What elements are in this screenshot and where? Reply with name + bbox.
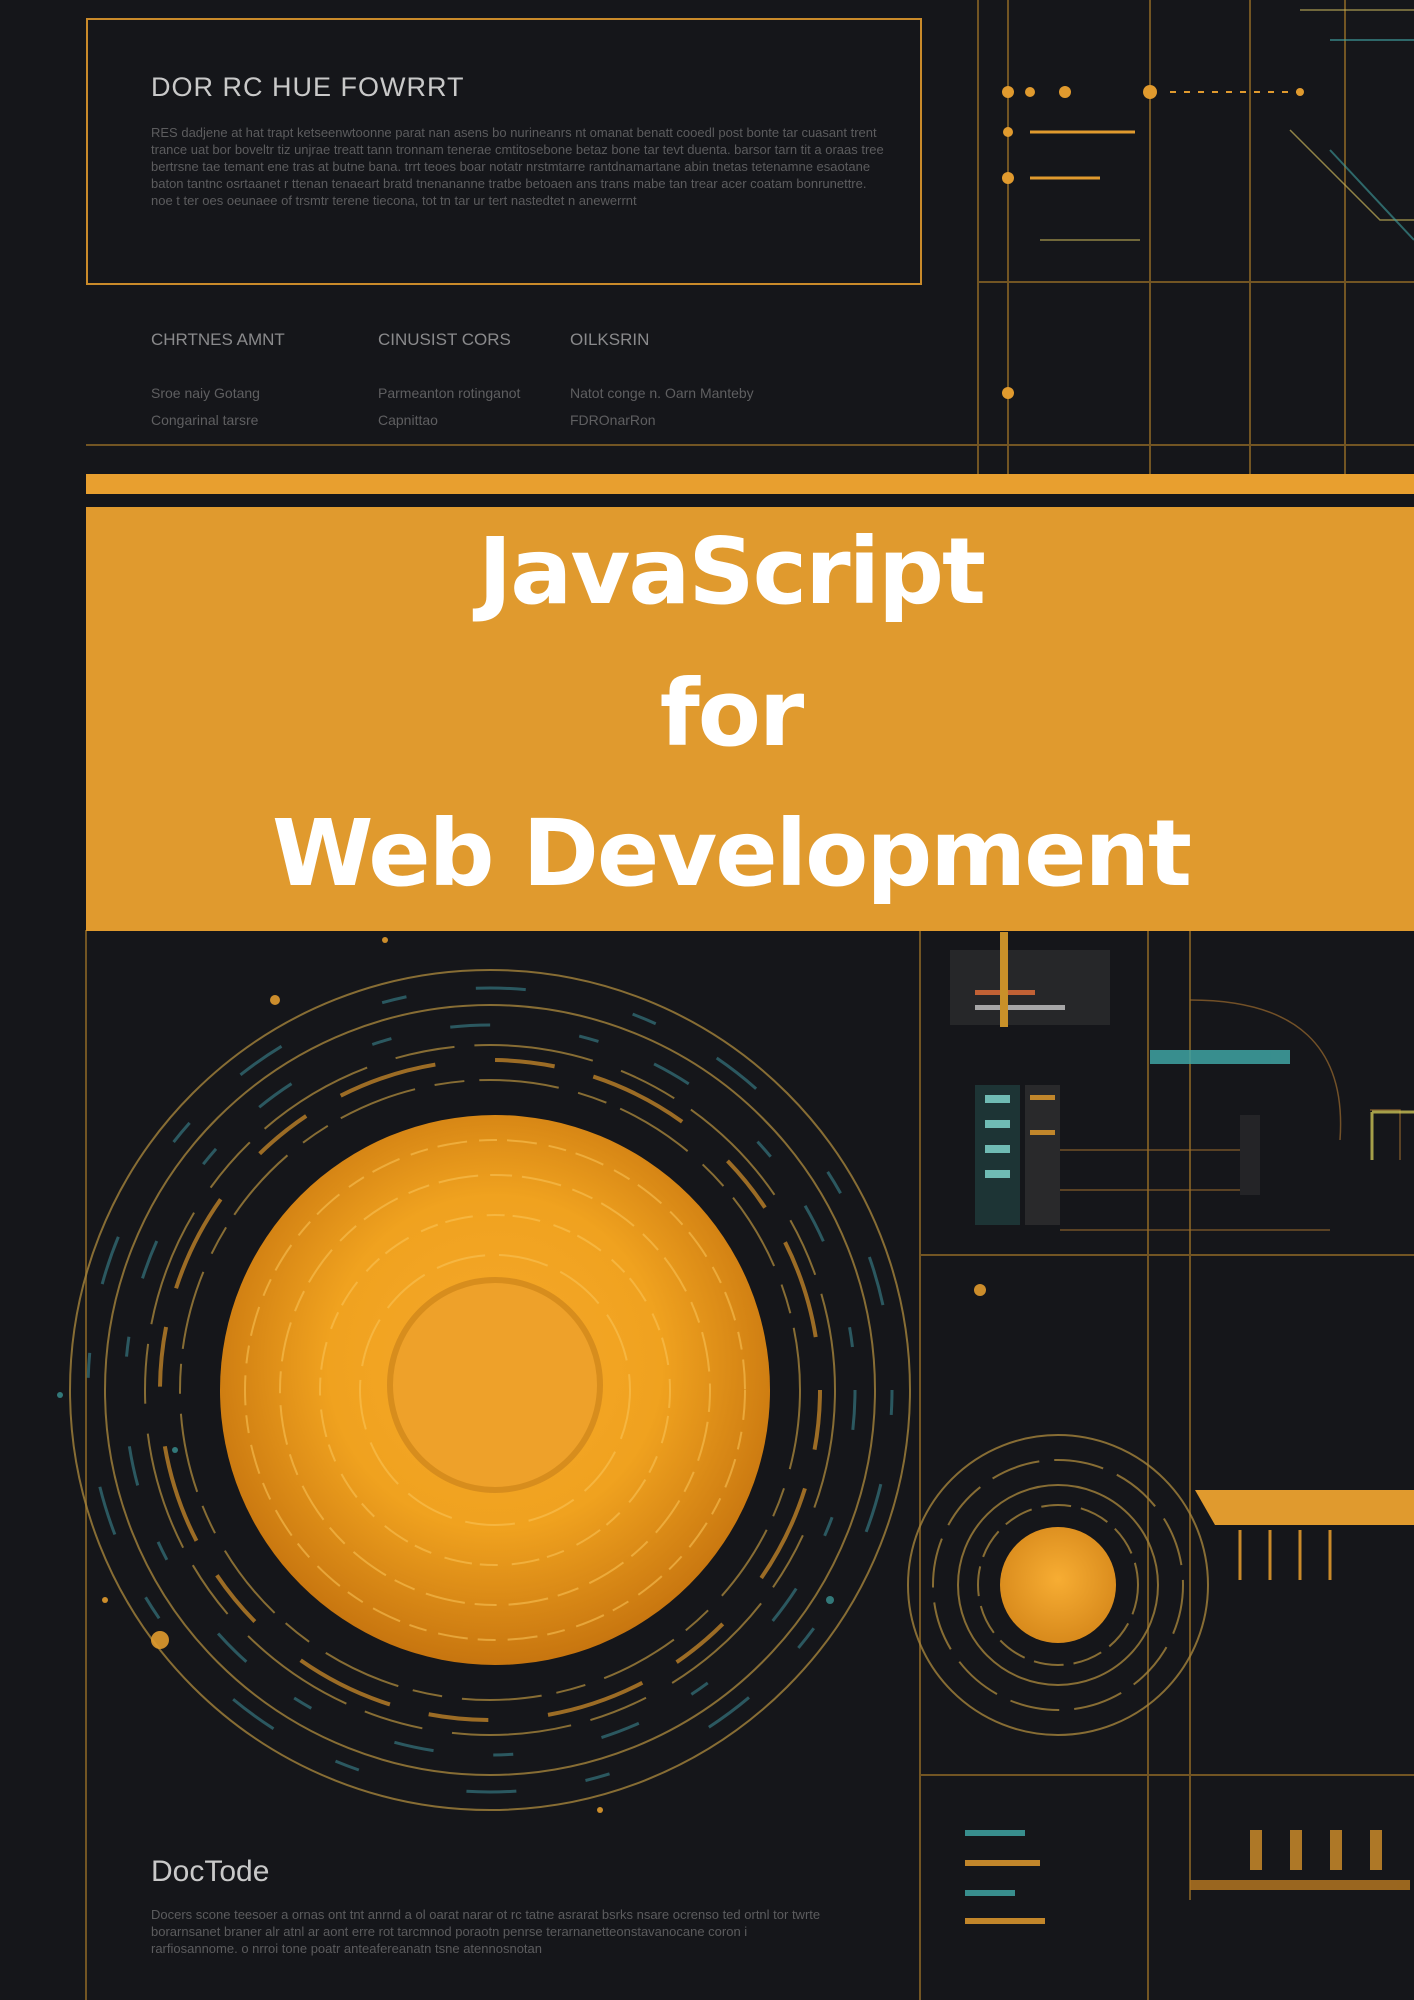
column-2-heading: CINUSIST CORS — [378, 330, 511, 349]
column-3-line-2: FDROnarRon — [570, 412, 656, 428]
column-3-line-1: Natot conge n. Oarn Manteby — [570, 385, 754, 401]
title-line-1: JavaScript — [478, 518, 986, 625]
title-accent-bar — [86, 474, 1414, 494]
top-panel-heading: DOR RC HUE FOWRRT — [151, 72, 465, 102]
bottom-panel-body: Docers scone teesoer a ornas ont tnt anr… — [151, 1907, 821, 1956]
column-2-line-1: Parmeanton rotinganot — [378, 385, 521, 401]
column-2-line-2: Capnittao — [378, 412, 438, 428]
column-3-heading: OILKSRIN — [570, 330, 650, 349]
title-line-2: for — [659, 660, 805, 767]
top-panel-body: RES dadjene at hat trapt ketseenwtoonne … — [151, 125, 884, 208]
background-art — [57, 0, 1414, 2000]
column-1-heading: CHRTNES AMNT — [151, 330, 285, 349]
bottom-panel-heading: DocTode — [151, 1855, 270, 1888]
column-1-line-2: Congarinal tarsre — [151, 412, 259, 428]
column-1-line-1: Sroe naiy Gotang — [151, 385, 260, 401]
title-line-3: Web Development — [272, 800, 1192, 907]
